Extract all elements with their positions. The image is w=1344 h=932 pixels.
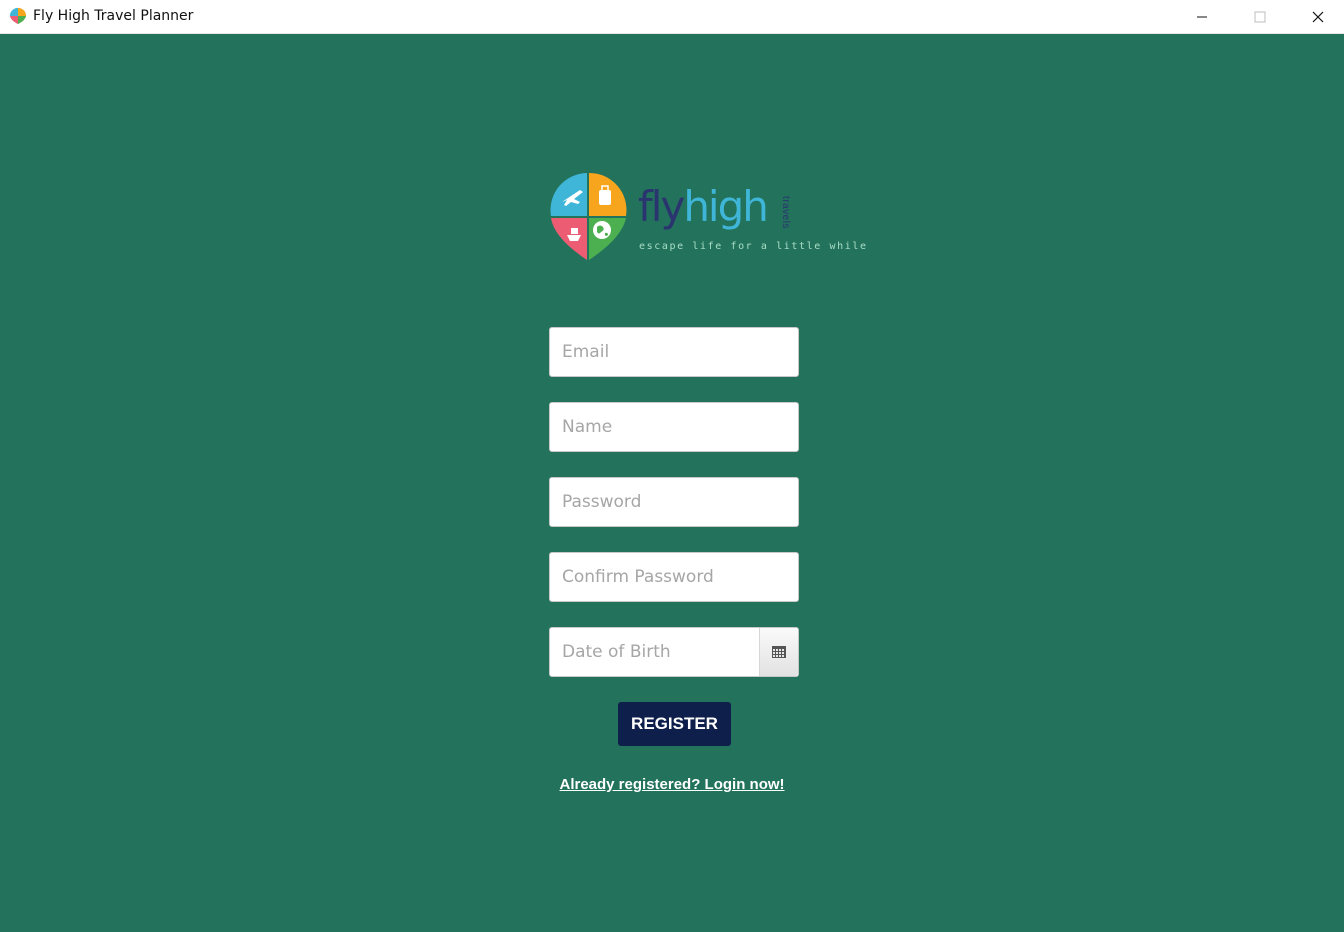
brand-name: flyhigh — [638, 186, 769, 228]
login-link[interactable]: Already registered? Login now! — [559, 776, 784, 793]
confirm-password-input[interactable] — [550, 553, 798, 601]
name-input[interactable] — [550, 403, 798, 451]
email-input[interactable] — [550, 328, 798, 376]
minimize-icon — [1197, 16, 1207, 17]
app-logo-icon — [9, 7, 27, 25]
brand-vertical-text: travels — [780, 196, 791, 229]
close-button[interactable] — [1289, 0, 1344, 33]
maximize-icon — [1254, 11, 1266, 22]
maximize-button[interactable] — [1231, 0, 1289, 33]
register-button[interactable]: REGISTER — [618, 702, 731, 746]
brand-tagline: escape life for a little while — [639, 241, 868, 252]
brand-name-part1: fly — [638, 182, 685, 231]
app-window: Fly High Travel Planner flyhigh travels … — [0, 0, 1344, 932]
password-field[interactable] — [549, 477, 799, 527]
close-icon — [1312, 11, 1324, 22]
date-of-birth-input[interactable] — [550, 628, 761, 676]
password-input[interactable] — [550, 478, 798, 526]
login-link-row: Already registered? Login now! — [0, 776, 1344, 793]
brand-name-part2: high — [683, 182, 769, 231]
date-of-birth-field[interactable] — [549, 627, 799, 677]
date-picker-button[interactable] — [759, 628, 798, 676]
name-field[interactable] — [549, 402, 799, 452]
confirm-password-field[interactable] — [549, 552, 799, 602]
minimize-button[interactable] — [1173, 0, 1231, 33]
window-title: Fly High Travel Planner — [33, 8, 194, 24]
luggage-icon — [599, 190, 611, 205]
calendar-icon — [772, 646, 786, 658]
email-field[interactable] — [549, 327, 799, 377]
title-bar: Fly High Travel Planner — [0, 0, 1344, 34]
